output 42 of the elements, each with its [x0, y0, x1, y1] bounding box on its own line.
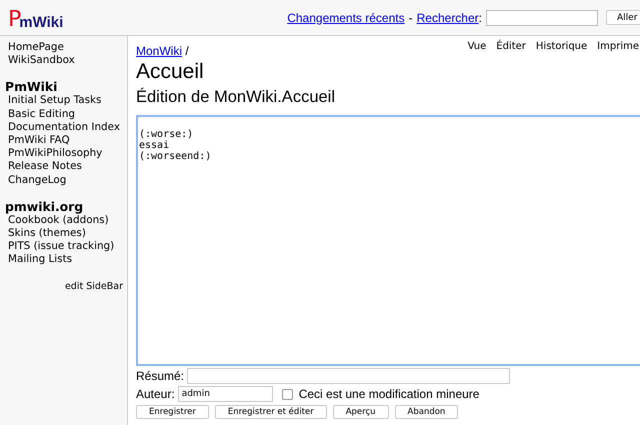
sidebar-link[interactable]: Cookbook (addons)	[8, 214, 109, 228]
sidebar-link[interactable]: PmWikiPhilosophy	[8, 147, 102, 160]
minor-edit-label: Ceci est une modification mineure	[298, 387, 480, 401]
cancel-button[interactable]: Abandon	[394, 405, 458, 419]
sidebar-link[interactable]: PITS (issue tracking)	[8, 240, 114, 254]
summary-label: Résumé:	[136, 369, 184, 383]
page-action-link[interactable]: Historique	[536, 41, 588, 52]
author-label: Auteur:	[136, 387, 175, 401]
search-field[interactable]	[486, 10, 598, 26]
sidebar-link[interactable]: Mailing Lists	[8, 253, 72, 267]
sidebar-link[interactable]: PmWiki FAQ	[8, 134, 70, 148]
sidebar-link[interactable]: Initial Setup Tasks	[8, 94, 102, 108]
sidebar-link[interactable]: HomePage	[8, 41, 64, 54]
separator-text: -	[408, 10, 413, 24]
text-editor-field[interactable]: (:worse:) essai (:worseend:)	[136, 115, 640, 366]
page-action-link[interactable]: Imprime	[597, 41, 639, 52]
search-link[interactable]: Rechercher	[416, 10, 479, 24]
sidebar-link[interactable]: WikiSandbox	[8, 54, 75, 68]
sidebar-link[interactable]: Basic Editing	[8, 108, 76, 121]
search-button[interactable]: Aller	[606, 10, 640, 25]
author-field[interactable]: admin	[178, 386, 273, 402]
breadcrumb-link[interactable]: MonWiki	[136, 44, 182, 58]
save-and-edit-button[interactable]: Enregistrer et éditer	[214, 405, 327, 419]
summary-field[interactable]	[187, 368, 510, 384]
edit-sidebar-link[interactable]: edit SideBar	[64, 280, 123, 292]
page-action-link[interactable]: Vue	[468, 41, 486, 52]
page-action-link[interactable]: Éditer	[496, 41, 526, 52]
sidebar-link[interactable]: ChangeLog	[8, 174, 66, 187]
sidebar-link[interactable]: Release Notes	[8, 160, 82, 174]
page-title: Accueil	[136, 60, 205, 84]
sidebar-link[interactable]: Documentation Index	[8, 120, 120, 134]
minor-edit-checkbox[interactable]	[282, 388, 293, 400]
recent-changes-link[interactable]: Changements récents	[287, 10, 405, 24]
save-button[interactable]: Enregistrer	[136, 405, 209, 419]
sidebar-link[interactable]: Skins (themes)	[8, 227, 86, 240]
edit-heading: Édition de MonWiki.Accueil	[136, 87, 336, 107]
preview-button[interactable]: Aperçu	[332, 405, 389, 419]
sidebar-heading: pmwiki.org	[5, 200, 84, 214]
colon-text: :	[478, 10, 482, 24]
logo[interactable]: PmWiki	[8, 4, 64, 30]
sidebar-heading: PmWiki	[5, 80, 58, 94]
breadcrumb-separator: /	[184, 44, 189, 58]
